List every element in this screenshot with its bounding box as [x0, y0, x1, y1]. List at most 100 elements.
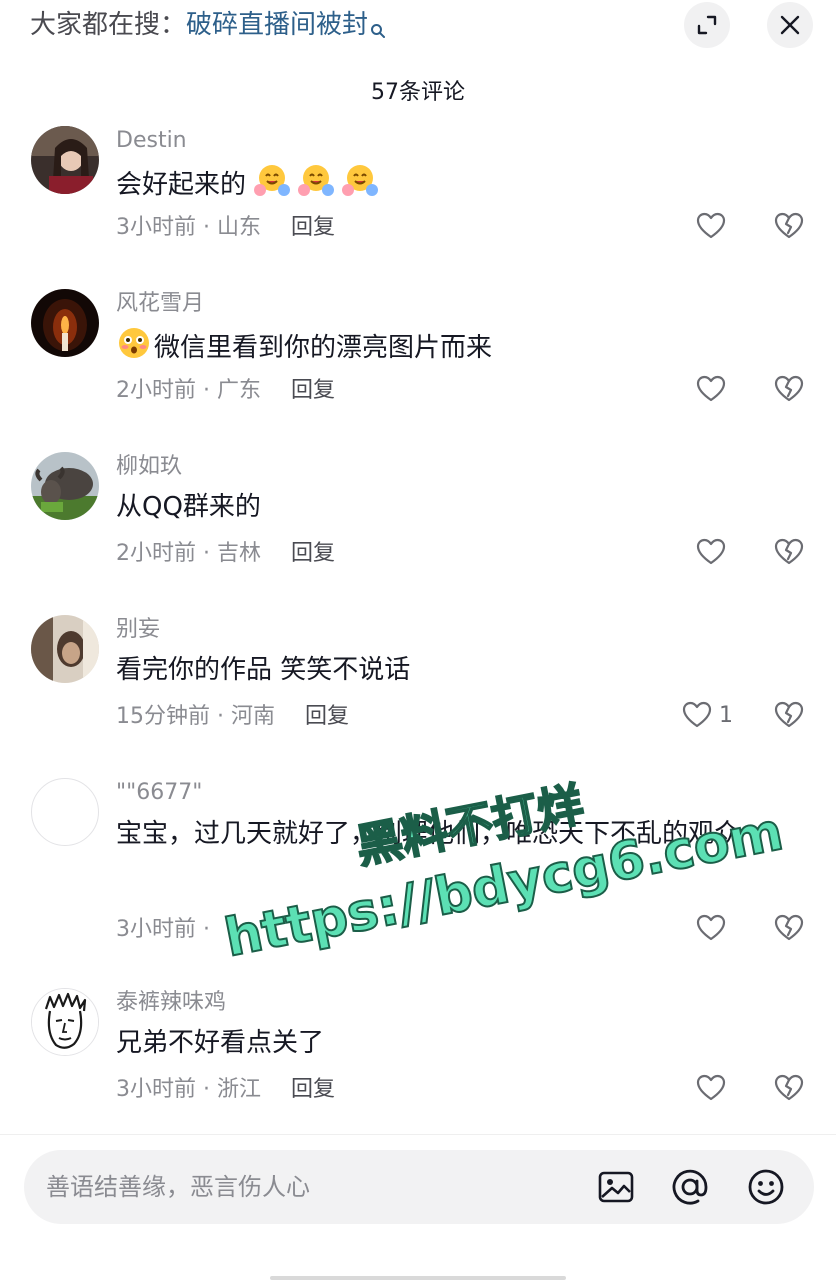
reply-button[interactable]: 回复: [291, 541, 335, 566]
mention-button[interactable]: [670, 1167, 710, 1207]
heart-icon: [682, 701, 712, 728]
comment-username[interactable]: 泰裤辣味鸡: [116, 988, 226, 1018]
comment-meta: 15分钟前 · 河南 回复: [116, 701, 349, 733]
image-button[interactable]: [596, 1167, 636, 1207]
avatar[interactable]: [31, 126, 99, 194]
comment-time: 15分钟前: [116, 704, 210, 729]
like-button[interactable]: [695, 912, 733, 944]
comment-text: 宝宝，过几天就好了，别理他们，唯恐天下不乱的观众: [116, 810, 796, 858]
reply-button[interactable]: 回复: [291, 378, 335, 403]
like-button[interactable]: [695, 1072, 733, 1104]
comment-text-body: 宝宝，过几天就好了，别理他们，唯恐天下不乱的观众: [116, 819, 741, 849]
expand-button[interactable]: [684, 2, 730, 48]
comment-meta: 3小时前 · 山东 回复: [116, 212, 335, 244]
meta-separator: ·: [196, 917, 210, 942]
home-indicator: [270, 1276, 566, 1280]
reply-button[interactable]: 回复: [305, 704, 349, 729]
dislike-button[interactable]: [773, 912, 805, 948]
dislike-button[interactable]: [773, 210, 805, 246]
comment-text: 从QQ群来的: [116, 488, 796, 526]
like-button[interactable]: 1: [681, 699, 733, 731]
comment-username[interactable]: 别妄: [116, 615, 160, 645]
close-icon: [780, 15, 800, 35]
comment-text: 看完你的作品 笑笑不说话: [116, 651, 796, 689]
comment-text-body: 看完你的作品 笑笑不说话: [116, 655, 411, 685]
broken-heart-icon: [774, 914, 804, 941]
heart-icon: [696, 1074, 726, 1101]
comment-location: 浙江: [216, 1077, 261, 1102]
comment-input-bar[interactable]: 善语结善缘，恶言伤人心: [24, 1150, 814, 1224]
comment-meta: 2小时前 · 广东 回复: [116, 375, 335, 407]
comment-item: 泰裤辣味鸡 兄弟不好看点关了 3小时前 · 浙江 回复: [0, 988, 836, 1148]
meta-separator: ·: [196, 378, 217, 403]
hugging-face-emoji: [254, 162, 291, 209]
comment-username[interactable]: Destin: [116, 126, 187, 156]
avatar[interactable]: [31, 988, 99, 1056]
comment-text-body: 会好起来的: [116, 170, 247, 200]
comment-text: 兄弟不好看点关了: [116, 1024, 796, 1062]
comment-item: 别妄 看完你的作品 笑笑不说话 15分钟前 · 河南 回复 1: [0, 615, 836, 775]
trending-search-hint[interactable]: 大家都在搜：破碎直播间被封: [30, 6, 386, 50]
comment-username[interactable]: ""6677": [116, 778, 202, 808]
avatar[interactable]: [31, 615, 99, 683]
comment-time: 3小时前: [116, 1077, 196, 1102]
heart-icon: [696, 375, 726, 402]
comment-item: 柳如玖 从QQ群来的 2小时前 · 吉林 回复: [0, 452, 836, 612]
hugging-face-emoji: [298, 162, 335, 209]
comment-username[interactable]: 柳如玖: [116, 452, 182, 482]
hugging-face-emoji: [342, 162, 379, 209]
comment-location: 广东: [216, 378, 261, 403]
emoji-button[interactable]: [746, 1167, 786, 1207]
meta-separator: ·: [196, 1077, 217, 1102]
comments-title: 57条评论: [371, 80, 465, 105]
reply-button[interactable]: 回复: [291, 215, 335, 240]
top-bar: 大家都在搜：破碎直播间被封: [0, 0, 836, 56]
comment-meta: 2小时前 · 吉林 回复: [116, 538, 335, 570]
comment-location: 河南: [230, 704, 275, 729]
image-icon: [598, 1171, 634, 1203]
comment-time: 3小时前: [116, 917, 196, 942]
heart-icon: [696, 538, 726, 565]
comment-input-placeholder[interactable]: 善语结善缘，恶言伤人心: [46, 1168, 310, 1206]
broken-heart-icon: [774, 1074, 804, 1101]
avatar[interactable]: [31, 452, 99, 520]
meta-separator: ·: [210, 704, 231, 729]
like-count: 1: [719, 702, 733, 728]
comment-text-body: 兄弟不好看点关了: [116, 1028, 325, 1058]
expand-icon: [697, 15, 717, 35]
broken-heart-icon: [774, 701, 804, 728]
comment-text: 微信里看到你的漂亮图片而来: [116, 325, 796, 372]
reply-button[interactable]: 回复: [291, 1077, 335, 1102]
flushed-face-emoji: [116, 325, 152, 372]
broken-heart-icon: [774, 212, 804, 239]
comment-meta: 3小时前 · 浙江 回复: [116, 1074, 335, 1106]
like-button[interactable]: [695, 210, 733, 242]
divider: [0, 1134, 836, 1135]
trending-search-prefix: 大家都在搜：: [30, 10, 187, 40]
heart-icon: [696, 914, 726, 941]
smiley-icon: [748, 1169, 784, 1205]
dislike-button[interactable]: [773, 536, 805, 572]
comment-meta: 3小时前 ·: [116, 914, 240, 946]
comment-time: 2小时前: [116, 378, 196, 403]
avatar[interactable]: [31, 289, 99, 357]
comment-location: 山东: [216, 215, 261, 240]
comment-item: 风花雪月 微信里看到你的漂亮图片而来 2小时前 · 广东 回复: [0, 289, 836, 449]
meta-separator: ·: [196, 541, 217, 566]
heart-icon: [696, 212, 726, 239]
comment-text: 会好起来的: [116, 162, 796, 209]
dislike-button[interactable]: [773, 1072, 805, 1108]
like-button[interactable]: [695, 373, 733, 405]
dislike-button[interactable]: [773, 373, 805, 409]
comment-item: ""6677" 宝宝，过几天就好了，别理他们，唯恐天下不乱的观众 3小时前 ·: [0, 778, 836, 978]
close-button[interactable]: [767, 2, 813, 48]
trending-search-term[interactable]: 破碎直播间被封: [186, 10, 368, 40]
avatar[interactable]: [31, 778, 99, 846]
like-button[interactable]: [695, 536, 733, 568]
at-icon: [672, 1169, 708, 1205]
broken-heart-icon: [774, 375, 804, 402]
dislike-button[interactable]: [773, 699, 805, 735]
search-icon[interactable]: [370, 12, 386, 50]
comment-username[interactable]: 风花雪月: [116, 289, 204, 319]
comment-text-body: 微信里看到你的漂亮图片而来: [154, 333, 493, 363]
